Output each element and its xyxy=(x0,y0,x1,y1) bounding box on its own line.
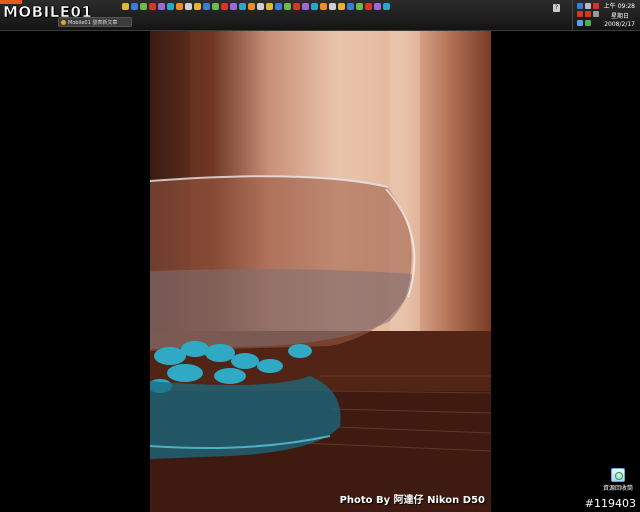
recycle-bin-icon xyxy=(611,468,625,482)
clock-date: 2008/2/17 xyxy=(604,21,635,28)
network-icon[interactable] xyxy=(577,3,583,9)
app-icon[interactable] xyxy=(194,3,201,10)
wallpaper-photo: Photo By 阿達仔 Nikon D50 xyxy=(150,31,491,512)
mail-icon[interactable] xyxy=(158,3,165,10)
image-id-label: #119403 xyxy=(584,497,636,510)
globe-icon[interactable] xyxy=(257,3,264,10)
photoshop-icon[interactable] xyxy=(203,3,210,10)
task-button-mobile01[interactable]: Mobile01 發表新文章 xyxy=(58,17,132,27)
app-icon[interactable] xyxy=(284,3,291,10)
task-button-label: Mobile01 發表新文章 xyxy=(68,20,118,26)
app-icon[interactable] xyxy=(221,3,228,10)
info-icon[interactable] xyxy=(374,3,381,10)
glass-bowl-illustration xyxy=(150,31,491,512)
app-icon[interactable] xyxy=(302,3,309,10)
app-icon[interactable] xyxy=(149,3,156,10)
photo-caption: Photo By 阿達仔 Nikon D50 xyxy=(339,495,485,506)
app-icon[interactable] xyxy=(365,3,372,10)
clock-time[interactable]: 上午 09:28 xyxy=(604,1,635,10)
app-icon[interactable] xyxy=(311,3,318,10)
app-icon[interactable] xyxy=(329,3,336,10)
quick-launch-bar xyxy=(122,3,390,13)
word-icon[interactable] xyxy=(167,3,174,10)
antivirus-icon[interactable] xyxy=(593,3,599,9)
app-icon[interactable] xyxy=(383,3,390,10)
messenger-icon[interactable] xyxy=(577,20,583,26)
firefox-icon xyxy=(61,20,66,25)
help-icon[interactable]: ? xyxy=(553,4,560,12)
battery-icon[interactable] xyxy=(585,20,591,26)
excel-icon[interactable] xyxy=(176,3,183,10)
recycle-bin-label: 資源回收筒 xyxy=(602,485,633,492)
media-icon[interactable] xyxy=(140,3,147,10)
msn-icon[interactable] xyxy=(293,3,300,10)
app-icon[interactable] xyxy=(347,3,354,10)
system-tray: 上午 09:28 星期日 2008/2/17 xyxy=(572,0,640,30)
pdf-icon[interactable] xyxy=(185,3,192,10)
app-icon[interactable] xyxy=(356,3,363,10)
ie-icon[interactable] xyxy=(131,3,138,10)
speaker-icon[interactable] xyxy=(585,3,591,9)
app-icon[interactable] xyxy=(266,3,273,10)
recycle-bin[interactable]: 資源回收筒 xyxy=(598,468,638,492)
app-tray-icon[interactable] xyxy=(593,11,599,17)
firefox-icon[interactable] xyxy=(230,3,237,10)
taskbar: MOBILE01 Mobile01 發表新文章 ? 上午 09:28 星期日 2… xyxy=(0,0,640,31)
clock-day: 星期日 xyxy=(610,13,629,20)
app-icon[interactable] xyxy=(248,3,255,10)
app-icon[interactable] xyxy=(320,3,327,10)
folder-icon[interactable] xyxy=(122,3,129,10)
skype-icon[interactable] xyxy=(338,3,345,10)
app-tray-icon[interactable] xyxy=(585,11,591,17)
alert-icon[interactable] xyxy=(577,11,583,17)
app-icon[interactable] xyxy=(212,3,219,10)
app-icon[interactable] xyxy=(239,3,246,10)
app-icon[interactable] xyxy=(275,3,282,10)
